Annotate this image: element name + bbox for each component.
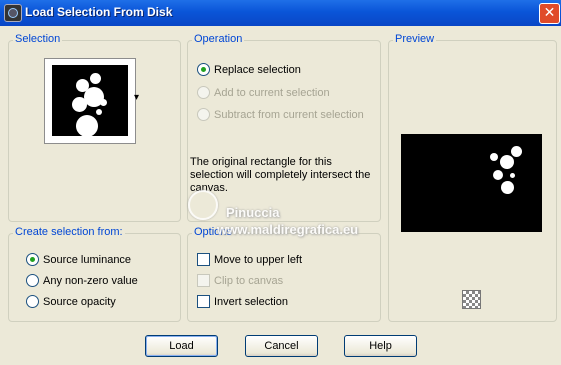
checkbox-clip-to-canvas: Clip to canvas [197, 274, 283, 287]
close-icon: ✕ [543, 5, 556, 21]
radio-source-luminance[interactable]: Source luminance [26, 253, 131, 266]
help-button[interactable]: Help [344, 335, 417, 357]
checkbox [197, 274, 210, 287]
checkbox-move-to-upper-left[interactable]: Move to upper left [197, 253, 302, 266]
app-icon [4, 4, 22, 22]
operation-info-text: The original rectangle for this selectio… [190, 156, 371, 194]
radio-label: Subtract from current selection [214, 108, 364, 121]
radio-button [197, 108, 210, 121]
preview-image [401, 134, 542, 232]
checkbox-label: Move to upper left [214, 253, 303, 266]
radio-label: Add to current selection [214, 86, 330, 99]
selection-group-label: Selection [13, 33, 63, 45]
operation-group-label: Operation [192, 33, 245, 45]
radio-label: Source luminance [43, 253, 132, 266]
dialog-window: Load Selection From Disk ✕ Selection ▾ O… [0, 0, 561, 365]
checkbox-label: Clip to canvas [214, 274, 284, 287]
radio-button[interactable] [26, 274, 39, 287]
selection-thumbnail-image [52, 65, 128, 136]
window-title: Load Selection From Disk [25, 5, 173, 19]
radio-button[interactable] [26, 295, 39, 308]
radio-any-non-zero[interactable]: Any non-zero value [26, 274, 138, 287]
selection-thumbnail[interactable] [44, 58, 136, 144]
watermark-site: www.maldiregrafica.eu [217, 222, 359, 237]
watermark-name: Pinuccia [226, 205, 280, 220]
title-bar[interactable]: Load Selection From Disk ✕ [0, 0, 561, 26]
checkbox[interactable] [197, 253, 210, 266]
radio-add-to-selection: Add to current selection [197, 86, 330, 99]
radio-subtract-from-selection: Subtract from current selection [197, 108, 364, 121]
checkbox-label: Invert selection [214, 295, 288, 308]
cancel-button[interactable]: Cancel [245, 335, 318, 357]
radio-button[interactable] [197, 63, 210, 76]
close-button[interactable]: ✕ [539, 3, 560, 24]
radio-button[interactable] [26, 253, 39, 266]
transparency-toggle-icon[interactable] [462, 290, 481, 309]
radio-button [197, 86, 210, 99]
radio-source-opacity[interactable]: Source opacity [26, 295, 116, 308]
radio-replace-selection[interactable]: Replace selection [197, 63, 301, 76]
checkbox[interactable] [197, 295, 210, 308]
preview-group-label: Preview [393, 33, 437, 45]
checkbox-invert-selection[interactable]: Invert selection [197, 295, 288, 308]
radio-label: Replace selection [214, 63, 301, 76]
load-button[interactable]: Load [145, 335, 218, 357]
selection-dropdown-icon[interactable]: ▾ [134, 92, 139, 103]
watermark-logo-icon [188, 190, 218, 220]
radio-label: Source opacity [43, 295, 116, 308]
radio-label: Any non-zero value [43, 274, 138, 287]
create-from-group-label: Create selection from: [13, 226, 125, 238]
